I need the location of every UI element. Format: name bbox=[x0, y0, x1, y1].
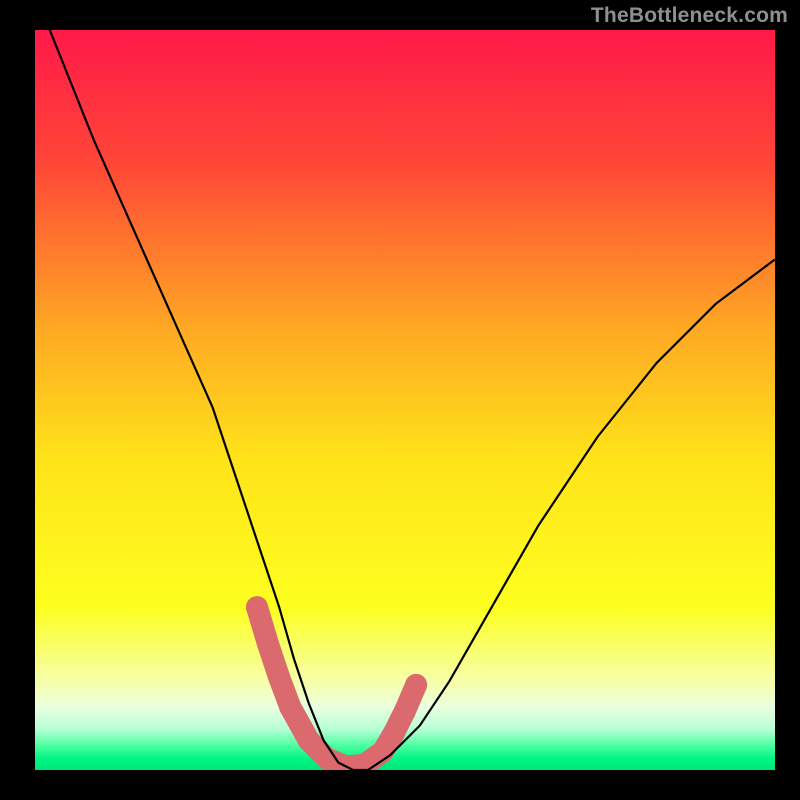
highlight-dot bbox=[279, 696, 301, 718]
chart-frame: TheBottleneck.com bbox=[0, 0, 800, 800]
highlight-dot bbox=[298, 729, 320, 751]
watermark-text: TheBottleneck.com bbox=[591, 4, 788, 28]
highlight-dot bbox=[246, 596, 268, 618]
gradient-background bbox=[35, 30, 775, 770]
plot-svg bbox=[35, 30, 775, 770]
highlight-dot bbox=[394, 700, 416, 722]
plot-area bbox=[35, 30, 775, 770]
highlight-dot bbox=[383, 722, 405, 744]
highlight-dot bbox=[257, 633, 279, 655]
highlight-dot bbox=[268, 667, 290, 689]
highlight-dot bbox=[405, 674, 427, 696]
